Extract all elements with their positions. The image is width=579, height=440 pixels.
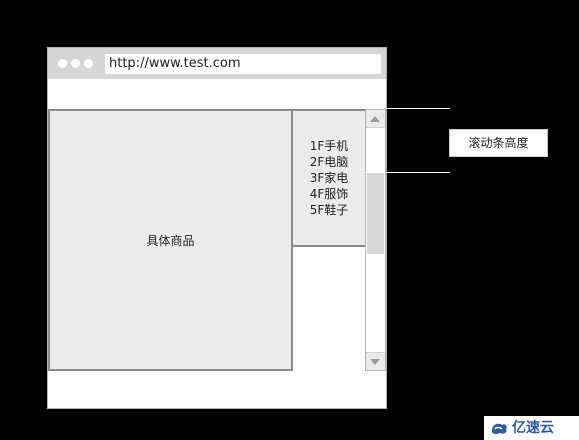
triangle-up-icon — [370, 116, 380, 122]
scroll-down-button[interactable] — [366, 352, 385, 370]
window-dot-icon[interactable] — [71, 59, 80, 68]
floor-nav-item[interactable]: 2F电脑 — [293, 154, 365, 170]
product-content-area: 具体商品 — [48, 109, 293, 371]
floor-nav-item[interactable]: 5F鞋子 — [293, 202, 365, 218]
scroll-up-button[interactable] — [366, 110, 385, 128]
watermark-text: 亿速云 — [512, 420, 554, 436]
floor-nav-item[interactable]: 3F家电 — [293, 170, 365, 186]
window-dot-icon[interactable] — [58, 59, 67, 68]
annotation-guide-line-bottom — [365, 172, 450, 173]
browser-titlebar: http://www.test.com — [48, 48, 386, 79]
window-dot-icon[interactable] — [84, 59, 93, 68]
floor-nav-item[interactable]: 4F服饰 — [293, 186, 365, 202]
annotation-guide-line-top — [365, 108, 450, 109]
address-bar[interactable]: http://www.test.com — [105, 54, 381, 74]
watermark: 亿速云 — [484, 416, 579, 440]
vertical-scrollbar[interactable] — [365, 109, 386, 371]
floor-nav-item[interactable]: 1F手机 — [293, 138, 365, 154]
scrollbar-height-callout: 滚动条高度 — [449, 129, 548, 157]
triangle-down-icon — [370, 359, 380, 365]
scrollbar-thumb[interactable] — [367, 172, 384, 254]
floor-navigation: 1F手机 2F电脑 3F家电 4F服饰 5F鞋子 — [291, 109, 367, 247]
product-content-label: 具体商品 — [146, 234, 195, 248]
yisu-cloud-logo-icon — [491, 423, 507, 434]
